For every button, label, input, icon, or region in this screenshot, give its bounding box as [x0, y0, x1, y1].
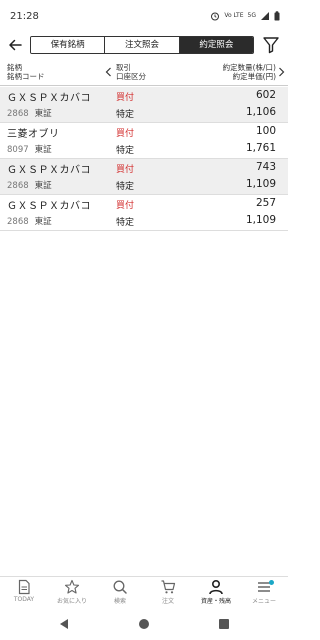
tab-bar: 保有銘柄 注文照会 約定照会: [0, 32, 288, 60]
segmented-tabs: 保有銘柄 注文照会 約定照会: [30, 36, 254, 54]
signal-icon: [261, 12, 269, 20]
exec-price: 1,761: [245, 142, 276, 154]
tab-holdings[interactable]: 保有銘柄: [31, 37, 106, 53]
stock-name: ＧＸＳＰＸカバコ: [7, 93, 91, 104]
stock-code: 8097 東証: [7, 145, 52, 155]
nav-today[interactable]: TODAY: [0, 577, 48, 608]
account-type: 特定: [116, 218, 135, 228]
col-account-type: 口座区分: [116, 72, 146, 81]
stock-name: ＧＸＳＰＸカバコ: [7, 165, 91, 176]
menu-badge: [269, 580, 274, 585]
account-type: 特定: [116, 146, 135, 156]
battery-icon: [274, 11, 280, 21]
stock-code: 2868 東証: [7, 217, 52, 227]
trade-side: 買付: [116, 93, 135, 103]
alarm-icon: [211, 12, 220, 21]
exec-quantity: 100: [255, 125, 276, 137]
system-nav-bar: [0, 608, 288, 640]
status-icons: Vo LTE 5G: [210, 11, 280, 21]
exec-price: 1,109: [245, 178, 276, 190]
nav-search[interactable]: 検索: [96, 577, 144, 608]
nav-label: メニュー: [251, 598, 276, 605]
execution-list: ＧＸＳＰＸカバコ 2868 東証 買付 特定 602 1,106 三菱オブリ 80…: [0, 87, 288, 231]
nav-order[interactable]: 注文: [144, 577, 192, 608]
system-recents-icon[interactable]: [218, 618, 230, 630]
system-home-icon[interactable]: [138, 618, 150, 630]
status-bar: 21:28 Vo LTE 5G: [0, 0, 288, 32]
stock-name: 三菱オブリ: [7, 129, 60, 140]
bottom-nav: TODAY お気に入り 検索 注文 資産・残高 メニュー: [0, 576, 288, 608]
nav-label: 資産・残高: [200, 598, 231, 605]
nav-label: お気に入り: [56, 598, 87, 605]
exec-quantity: 743: [255, 161, 276, 173]
exec-price: 1,109: [245, 214, 276, 226]
nav-label: TODAY: [13, 596, 35, 603]
signal-label: 5G: [247, 12, 256, 19]
chevron-left-icon[interactable]: [105, 67, 112, 77]
trade-side: 買付: [116, 201, 135, 211]
search-icon: [113, 580, 127, 594]
exec-quantity: 257: [255, 197, 276, 209]
stock-code: 2868 東証: [7, 181, 52, 191]
nav-favorites[interactable]: お気に入り: [48, 577, 96, 608]
trade-side: 買付: [116, 129, 135, 139]
account-type: 特定: [116, 110, 135, 120]
cart-icon: [161, 580, 176, 594]
column-header: 銘柄 銘柄コード 取引 口座区分 約定数量(株/口) 約定単価(円): [0, 60, 288, 86]
account-type: 特定: [116, 182, 135, 192]
tab-execution-inquiry[interactable]: 約定照会: [179, 37, 253, 53]
exchange: 東証: [34, 181, 52, 191]
exchange: 東証: [34, 217, 52, 227]
exec-price: 1,106: [245, 106, 276, 118]
exchange: 東証: [34, 145, 52, 155]
col-exec-price: 約定単価(円): [232, 72, 276, 81]
stock-name: ＧＸＳＰＸカバコ: [7, 201, 91, 212]
system-back-icon[interactable]: [58, 618, 70, 630]
stock-code: 2868 東証: [7, 109, 52, 119]
nav-label: 注文: [161, 598, 174, 605]
status-time: 21:28: [10, 11, 39, 22]
filter-icon[interactable]: [262, 35, 280, 55]
exec-quantity: 602: [255, 89, 276, 101]
execution-row[interactable]: ＧＸＳＰＸカバコ 2868 東証 買付 特定 602 1,106: [0, 87, 288, 123]
network-label: Vo LTE: [224, 12, 244, 19]
nav-menu[interactable]: メニュー: [240, 577, 288, 608]
chevron-right-icon[interactable]: [278, 67, 285, 77]
exchange: 東証: [34, 109, 52, 119]
nav-assets[interactable]: 資産・残高: [192, 577, 240, 608]
execution-row[interactable]: 三菱オブリ 8097 東証 買付 特定 100 1,761: [0, 123, 288, 159]
star-icon: [64, 579, 80, 594]
execution-row[interactable]: ＧＸＳＰＸカバコ 2868 東証 買付 特定 743 1,109: [0, 159, 288, 195]
tab-order-inquiry[interactable]: 注文照会: [105, 37, 180, 53]
person-icon: [209, 579, 223, 595]
trade-side: 買付: [116, 165, 135, 175]
back-arrow-icon[interactable]: [6, 36, 24, 54]
execution-row[interactable]: ＧＸＳＰＸカバコ 2868 東証 買付 特定 257 1,109: [0, 195, 288, 231]
today-icon: [18, 579, 30, 595]
nav-label: 検索: [113, 598, 126, 605]
col-stock-code: 銘柄コード: [7, 72, 45, 81]
